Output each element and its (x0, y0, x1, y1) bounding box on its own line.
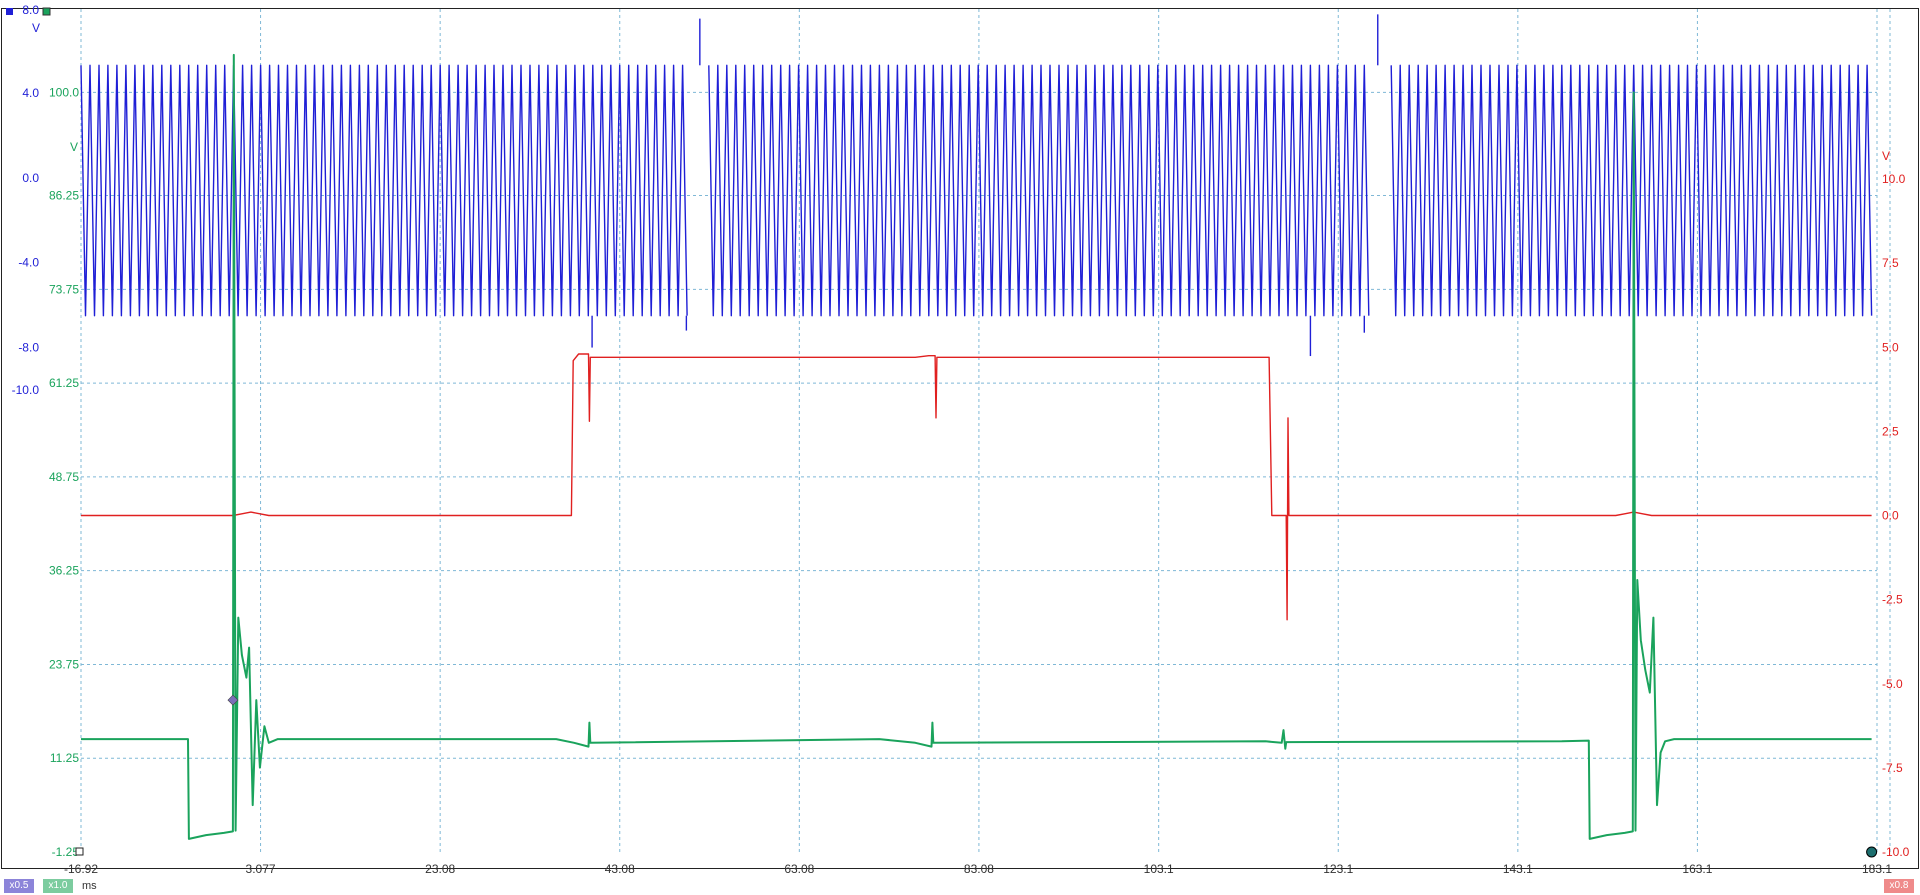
green-tick-label: -1.25 (52, 845, 80, 859)
red-tick-label: 10.0 (1882, 172, 1906, 186)
green-tick-label: 36.25 (49, 564, 79, 578)
red-tick-label: -2.5 (1882, 593, 1903, 607)
green-tick-label: 86.25 (49, 189, 79, 203)
green-tick-label: 11.25 (50, 751, 79, 765)
blue-tick-label: 8.0 (22, 3, 39, 17)
x-tick-label: -16.92 (64, 862, 98, 876)
x-tick-label: 163.1 (1682, 862, 1712, 876)
x-tick-label: 83.08 (964, 862, 994, 876)
red-tick-label: 7.5 (1882, 256, 1899, 270)
green-tick-label: 61.25 (49, 376, 79, 390)
red-tick-label: -10.0 (1882, 845, 1910, 859)
green-axis-unit: V (70, 140, 78, 154)
blue-axis-unit: V (32, 21, 40, 35)
blue-trace (80, 64, 1873, 317)
x-tick-label: 23.08 (425, 862, 455, 876)
red-tick-label: -5.0 (1882, 677, 1903, 691)
green-channel-scale-badge[interactable]: x1.0 (43, 879, 73, 893)
blue-tick-label: 4.0 (22, 86, 39, 100)
blue-tick-label: -4.0 (18, 256, 39, 270)
red-tick-label: 2.5 (1882, 424, 1899, 438)
x-tick-label: 63.08 (784, 862, 814, 876)
red-channel-scale-badge[interactable]: x0.8 (1884, 879, 1914, 893)
x-tick-label: 183.1 (1862, 862, 1892, 876)
green-tick-label: 48.75 (49, 470, 79, 484)
x-origin-handle[interactable] (75, 847, 84, 856)
red-tick-label: -7.5 (1882, 761, 1903, 775)
blue-tick-label: -10.0 (12, 383, 40, 397)
blue-channel-scale-badge[interactable]: x0.5 (4, 879, 34, 893)
blue-tick-label: -8.0 (18, 341, 39, 355)
x-tick-label: 103.1 (1144, 862, 1174, 876)
red-trace (81, 353, 1872, 621)
blue-tick-label: 0.0 (22, 171, 39, 185)
cursor-markers[interactable] (75, 694, 1878, 858)
green-channel-marker (42, 7, 51, 16)
green-tick-label: 23.75 (49, 657, 79, 671)
x-tick-label: 143.1 (1503, 862, 1533, 876)
red-cursor-circle[interactable] (1866, 846, 1878, 858)
waveform-traces (80, 14, 1873, 840)
green-tick-label: 100.0 (49, 85, 79, 99)
x-axis-unit: ms (82, 880, 97, 892)
x-tick-label: 3.077 (246, 862, 276, 876)
green-tick-label: 73.75 (49, 282, 79, 296)
oscilloscope-chart: -16.92 3.077 23.08 43.08 63.08 83.08 103.1 123.… (1, 3, 1919, 876)
x-tick-label: 123.1 (1323, 862, 1353, 876)
red-tick-label: 0.0 (1882, 509, 1899, 523)
blue-channel-marker (6, 8, 13, 15)
red-axis-unit: V (1882, 149, 1890, 163)
red-tick-label: 5.0 (1882, 340, 1899, 354)
x-tick-label: 43.08 (605, 862, 635, 876)
